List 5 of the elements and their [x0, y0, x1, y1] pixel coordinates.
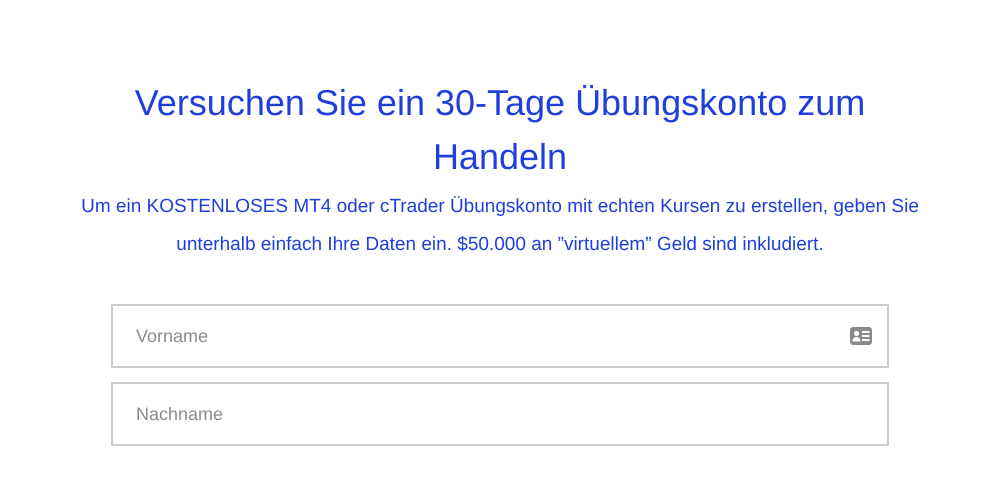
- text-field[interactable]: Nachname: [111, 382, 889, 446]
- contact-card-icon: [850, 327, 872, 345]
- page-heading: Versuchen Sie ein 30-Tage Übungskonto zum Handeln: [134, 81, 866, 179]
- intro-paragraph: Um ein KOSTENLOSES MT4 oder cTrader Übungskonto mit echten Kursen zu erstellen, geben Sie unterhalb einfach Ihre Daten ein. $50.000 an ”virtuellem” Geld sind inkludiert.: [80, 195, 920, 257]
- text-field[interactable]: Vorname: [111, 304, 889, 368]
